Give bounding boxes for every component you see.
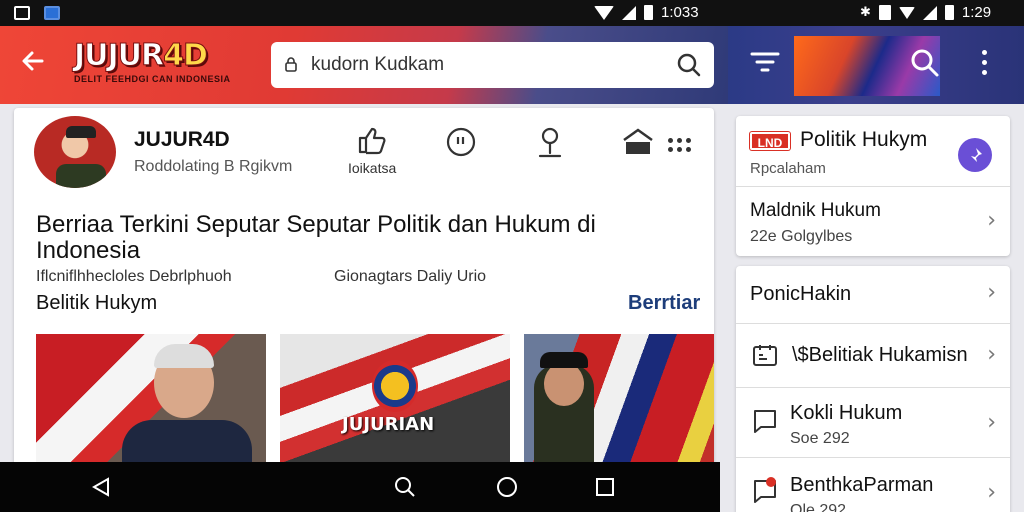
notification-icon — [754, 477, 776, 503]
comment-button[interactable] — [444, 126, 478, 160]
nav-home-icon[interactable] — [496, 476, 518, 498]
microphone-button[interactable] — [534, 126, 566, 162]
emblem-image — [372, 360, 418, 412]
more-options-icon[interactable] — [668, 138, 694, 152]
thumbnail-caption: JUJURIAN — [342, 414, 435, 435]
microphone-icon — [538, 127, 562, 158]
news-thumbnail[interactable]: JUJURIAN — [280, 334, 510, 466]
search-icon[interactable] — [676, 52, 702, 78]
status-bar: 1:033 ✱ 1:29 — [0, 0, 1024, 26]
app-bar: JUJUR4D DELIT FEEHDGI CAN INDONESIA — [0, 26, 728, 104]
like-button[interactable]: Ioikatsa — [348, 126, 396, 176]
pin-button[interactable] — [958, 138, 992, 172]
back-arrow-icon[interactable] — [20, 48, 46, 80]
topic-item-subtitle: 22e Golgylbes — [750, 228, 853, 245]
chevron-right-icon: › — [987, 480, 996, 505]
chevron-right-icon: › — [987, 280, 996, 305]
list-item-label: BenthkaParman — [790, 474, 934, 496]
logo[interactable]: JUJUR4D DELIT FEEHDGI CAN INDONESIA — [74, 38, 250, 84]
list-item[interactable]: Kokli Hukum Soe 292 › — [736, 388, 1010, 458]
list-item-label: \$Belitiak Hukamisn — [792, 344, 968, 366]
calendar-icon — [753, 345, 777, 366]
list-item-label: PonicHakin — [750, 283, 852, 305]
channel-avatar[interactable] — [34, 116, 116, 188]
comment-icon — [446, 127, 476, 157]
wifi-icon-2 — [898, 6, 915, 19]
topic-list: PonicHakin › \$Belitiak Hukamisn › Kokli… — [736, 266, 1010, 512]
chevron-right-icon: › — [987, 410, 996, 435]
news-thumbnail[interactable] — [36, 334, 266, 466]
nav-search-icon[interactable] — [394, 476, 416, 498]
share-button[interactable] — [620, 126, 656, 160]
screen: 1:033 ✱ 1:29 JUJUR4D DELIT FEEHDGI CAN I… — [0, 0, 1024, 512]
channel-subtitle: Roddolating B Rgikvm — [134, 158, 293, 175]
list-item[interactable]: BenthkaParman Ole 292 › — [736, 458, 1010, 512]
clock-right: 1:29 — [961, 4, 992, 21]
pin-icon — [969, 148, 982, 164]
topic-subtitle: Rpcalaham — [750, 160, 826, 177]
logo-text: JUJUR4D — [74, 38, 209, 73]
live-badge: LND — [750, 132, 790, 150]
battery-icon-2 — [944, 5, 954, 20]
like-label: Ioikatsa — [348, 160, 397, 176]
list-item-subtitle: Ole 292 — [790, 502, 847, 512]
section-title: Belitik Hukym — [36, 292, 158, 314]
chevron-right-icon[interactable]: › — [987, 208, 996, 233]
list-item-label: Kokli Hukum — [790, 402, 903, 424]
article-card: JUJUR4D Roddolating B Rgikvm Ioikatsa Be… — [14, 108, 714, 468]
topic-card: LND Politik Hukym Rpcalaham Maldnik Huku… — [736, 116, 1010, 256]
list-item[interactable]: \$Belitiak Hukamisn › — [736, 324, 1010, 388]
article-meta-right: Gionagtars Daliy Urio — [334, 268, 487, 285]
channel-name[interactable]: JUJUR4D — [134, 128, 230, 152]
clock-left: 1:033 — [661, 4, 699, 21]
secondary-app-bar — [728, 26, 1024, 104]
overflow-menu-icon[interactable] — [982, 50, 987, 75]
chevron-right-icon: › — [987, 342, 996, 367]
navigation-bar — [0, 462, 720, 512]
logo-tagline: DELIT FEEHDGI CAN INDONESIA — [74, 74, 231, 84]
filter-icon[interactable] — [750, 50, 780, 76]
share-icon — [623, 128, 653, 154]
news-thumbnail[interactable] — [524, 334, 714, 466]
screenshot-icon — [14, 6, 30, 20]
nav-back-icon[interactable] — [90, 476, 112, 498]
topic-item-title[interactable]: Maldnik Hukum — [750, 200, 881, 222]
lock-icon — [285, 57, 297, 72]
signal-icon-2 — [922, 5, 937, 20]
topic-title[interactable]: Politik Hukym — [800, 128, 927, 152]
article-meta-left: Iflcniflhhecloles Debrlphuoh — [36, 268, 232, 285]
signal-icon — [622, 5, 636, 20]
section-link[interactable]: Berrtiar — [628, 292, 700, 315]
search-bar[interactable] — [271, 42, 714, 88]
vibrate-icon — [878, 5, 891, 20]
list-item-subtitle: Soe 292 — [790, 430, 850, 447]
article-headline[interactable]: Berriaa Terkini Seputar Seputar Politik … — [36, 212, 676, 264]
battery-icon — [644, 5, 653, 20]
search-icon-secondary[interactable] — [910, 48, 940, 78]
search-input[interactable] — [311, 50, 671, 80]
app-notification-icon — [44, 6, 60, 20]
list-item[interactable]: PonicHakin › — [736, 266, 1010, 324]
like-icon — [359, 127, 386, 155]
nav-recents-icon[interactable] — [594, 476, 616, 498]
wifi-icon — [594, 5, 614, 20]
bluetooth-icon: ✱ — [860, 5, 871, 20]
chat-icon — [754, 410, 776, 433]
